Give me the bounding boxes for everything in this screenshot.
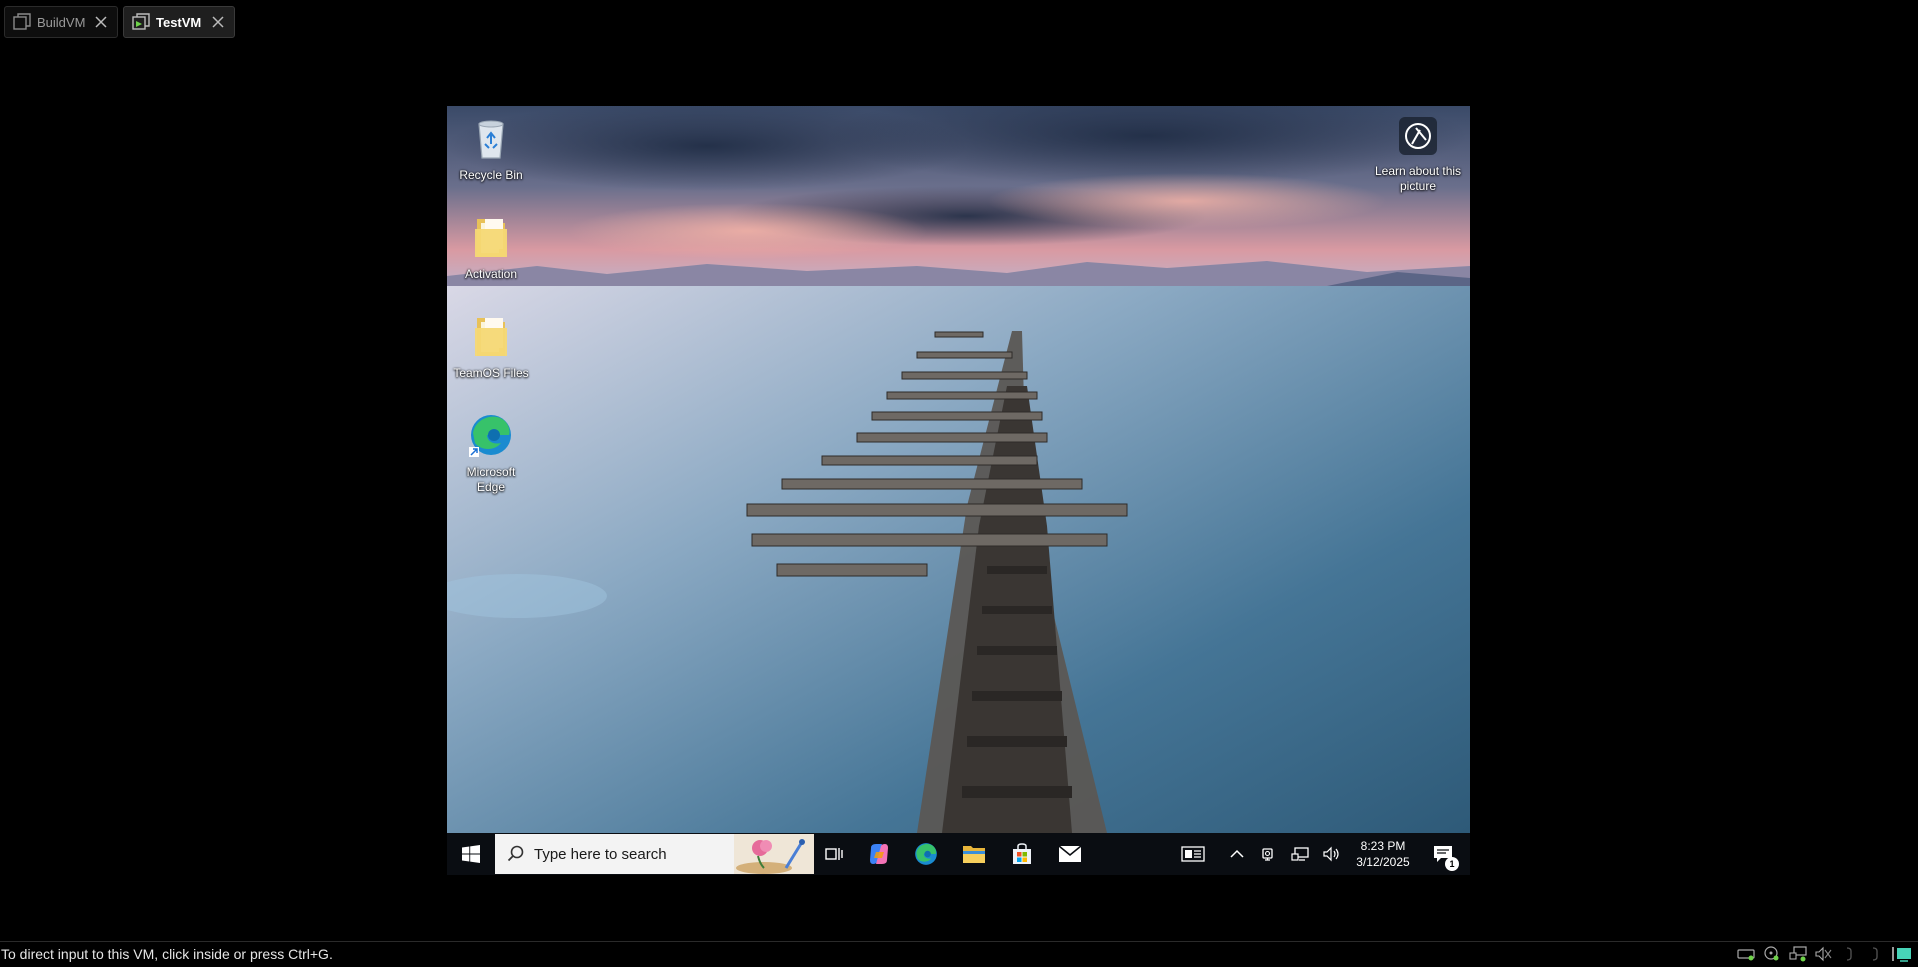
close-icon[interactable] (208, 12, 228, 32)
network-adapter-icon[interactable] (1788, 945, 1808, 963)
close-icon[interactable] (91, 12, 111, 32)
edge-icon (915, 843, 937, 865)
windows-logo-icon (461, 845, 480, 863)
desktop-icon-label: TeamOS Files (453, 366, 529, 380)
file-explorer-button[interactable] (954, 833, 994, 875)
volume-icon (1323, 846, 1339, 862)
sound-device-icon[interactable] (1814, 945, 1834, 963)
vm-running-icon (132, 13, 150, 30)
network-button[interactable] (1287, 833, 1313, 875)
status-icons (1736, 945, 1912, 963)
meet-now-button[interactable] (1256, 833, 1280, 875)
usb-device-icon[interactable] (1840, 945, 1860, 963)
vm-screen[interactable]: Recycle Bin Activation TeamOS Files Micr… (447, 106, 1470, 875)
tab-testvm[interactable]: TestVM (123, 6, 235, 38)
taskbar-clock[interactable]: 8:23 PM 3/12/2025 (1348, 833, 1418, 875)
notification-badge: 1 (1445, 857, 1459, 871)
mail-icon (1058, 845, 1082, 862)
vm-icon (13, 13, 31, 30)
task-view-button[interactable] (816, 833, 852, 875)
store-icon (1013, 843, 1031, 864)
mail-button[interactable] (1050, 833, 1090, 875)
desktop-icon-microsoft-edge[interactable]: Microsoft Edge (451, 411, 531, 495)
search-highlight-art (734, 834, 814, 874)
status-message: To direct input to this VM, click inside… (1, 946, 333, 962)
meet-icon (1262, 848, 1273, 861)
host-status-bar: To direct input to this VM, click inside… (0, 941, 1918, 967)
desktop-icon-label: Activation (464, 267, 518, 281)
display-status-icon[interactable] (1892, 945, 1912, 963)
folder-icon (475, 318, 507, 356)
spotlight-learn-about-picture[interactable]: Learn about this picture (1370, 116, 1466, 194)
task-view-icon (825, 848, 843, 860)
desktop-icon-teamos-files[interactable]: TeamOS Files (451, 312, 531, 381)
search-placeholder: Type here to search (534, 846, 667, 863)
tab-label: BuildVM (37, 14, 86, 30)
cd-drive-icon[interactable] (1762, 945, 1782, 963)
taskbar: Type here to search 8:23 PM 3/12/2025 1 (447, 833, 1470, 875)
desktop-icon-recycle-bin[interactable]: Recycle Bin (451, 114, 531, 183)
recycle-bin-icon (478, 120, 504, 159)
action-center-button[interactable]: 1 (1423, 833, 1463, 875)
host-tab-bar: BuildVM TestVM (0, 0, 1918, 44)
copilot-button[interactable] (859, 833, 899, 875)
desktop-icon-activation[interactable]: Activation (451, 213, 531, 282)
edge-icon (469, 415, 511, 457)
shared-folder-icon[interactable] (1866, 945, 1886, 963)
hard-disk-icon[interactable] (1736, 945, 1756, 963)
search-icon (507, 845, 524, 862)
microsoft-store-button[interactable] (1002, 833, 1042, 875)
news-icon (1181, 846, 1205, 862)
start-button[interactable] (447, 833, 494, 875)
clock-date: 3/12/2025 (1356, 855, 1410, 869)
copilot-icon (870, 844, 888, 864)
news-widget-button[interactable] (1177, 833, 1209, 875)
clock-time: 8:23 PM (1360, 839, 1406, 853)
taskbar-search-box[interactable]: Type here to search (495, 834, 814, 874)
network-icon (1291, 847, 1309, 861)
tab-buildvm[interactable]: BuildVM (4, 6, 118, 38)
desktop-icon-label: Microsoft Edge (466, 465, 516, 494)
file-explorer-icon (963, 846, 985, 863)
camera-icon (1399, 117, 1437, 155)
tab-label: TestVM (156, 14, 202, 30)
spotlight-label: Learn about this picture (1374, 164, 1462, 193)
volume-button[interactable] (1319, 833, 1345, 875)
desktop-wallpaper (447, 106, 1470, 833)
show-hidden-icons-button[interactable] (1225, 833, 1249, 875)
chevron-up-icon (1230, 849, 1244, 858)
folder-icon (475, 219, 507, 257)
edge-taskbar-button[interactable] (906, 833, 946, 875)
desktop-icon-label: Recycle Bin (459, 168, 523, 182)
